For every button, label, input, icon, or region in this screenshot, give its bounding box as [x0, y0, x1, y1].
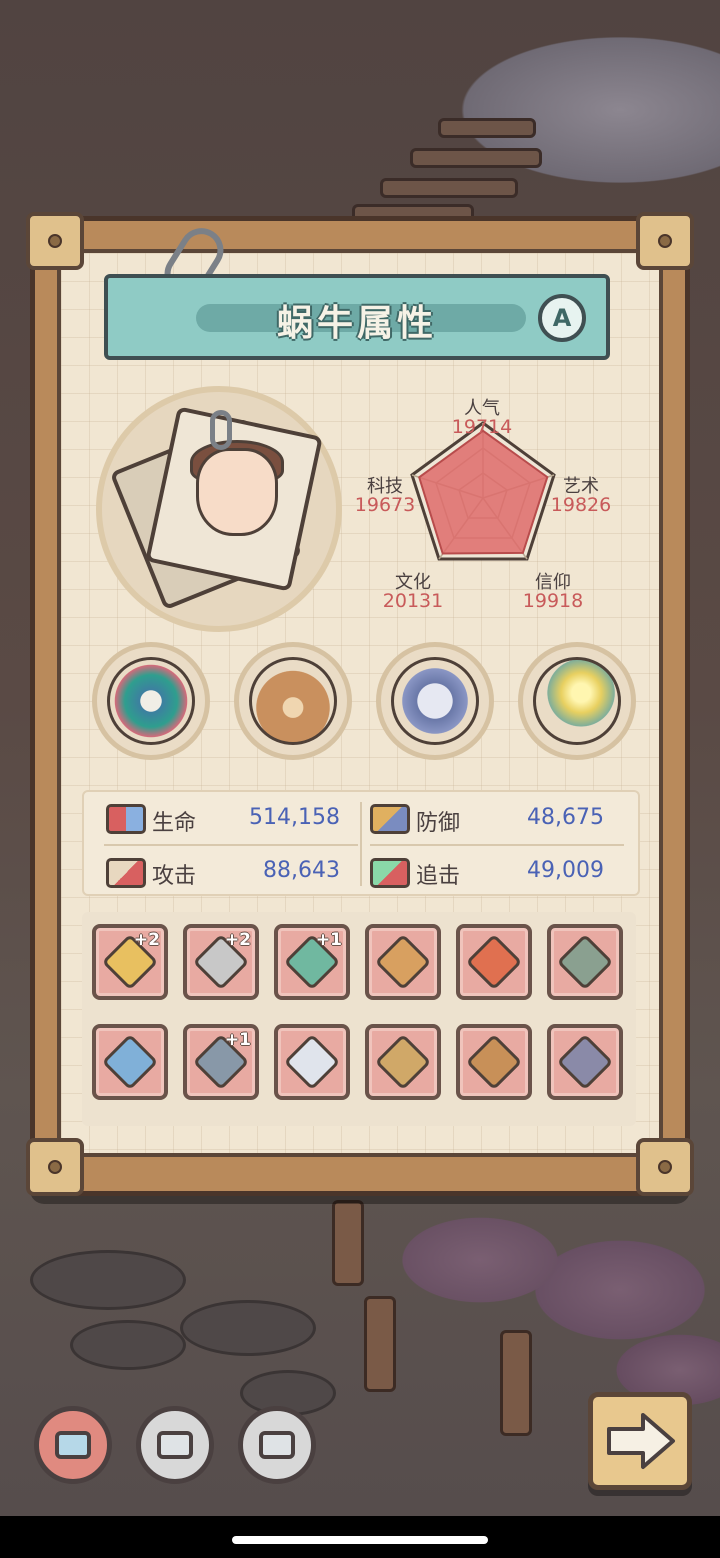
war-hammer-icon [556, 933, 614, 991]
stat-label-attack: 攻击 [152, 864, 197, 889]
attr-value-popularity: 19714 [451, 416, 513, 438]
relic-slot[interactable] [92, 642, 210, 760]
longsword-icon [101, 1033, 159, 1091]
compass-relic-icon [391, 657, 479, 745]
bg-post [332, 1200, 364, 1286]
panel-title: 蜗牛属性 [276, 303, 437, 344]
stat-label-chase: 追击 [416, 864, 461, 889]
equipment-slot[interactable] [456, 924, 532, 1000]
portrait-clip-icon [210, 410, 232, 450]
orb-device-icon [374, 1033, 432, 1091]
monitor-tab-icon [55, 1431, 91, 1459]
attr-value-art: 19826 [550, 494, 612, 516]
chip-tab-icon [157, 1431, 193, 1459]
equipment-slot[interactable] [365, 1024, 441, 1100]
panel-corner-bracket [26, 1138, 84, 1196]
panel-corner-bracket [26, 212, 84, 270]
enhance-level-badge: +2 [133, 930, 160, 950]
bg-stone [70, 1320, 186, 1370]
equipment-slot[interactable]: +1 [274, 924, 350, 1000]
stat-label-hp: 生命 [152, 811, 197, 836]
equipment-slot[interactable] [92, 1024, 168, 1100]
stat-value-chase: 49,009 [527, 858, 604, 883]
equipment-slot[interactable] [547, 1024, 623, 1100]
stat-label-defense: 防御 [416, 811, 461, 836]
attr-value-culture: 20131 [382, 590, 444, 612]
bg-post [500, 1330, 532, 1436]
next-button[interactable] [588, 1392, 692, 1490]
arrow-right-icon [607, 1413, 675, 1469]
equipment-slot[interactable] [456, 1024, 532, 1100]
attribute-radar: 人气 19714 艺术 19826 信仰 19918 文化 20131 科技 1… [340, 386, 660, 626]
nunchaku-icon [374, 933, 432, 991]
stat-value-defense: 48,675 [527, 805, 604, 830]
panel-corner-bracket [636, 1138, 694, 1196]
title-banner: 蜗牛属性 A [104, 274, 610, 360]
hp-icon [106, 804, 146, 834]
circuit-tab-icon [259, 1431, 295, 1459]
bg-stone [180, 1300, 316, 1356]
chase-icon [370, 858, 410, 888]
home-indicator[interactable] [232, 1536, 488, 1544]
character-avatar [196, 448, 278, 536]
equipment-slot[interactable] [365, 924, 441, 1000]
stat-value-hp: 514,158 [249, 805, 340, 830]
bg-plank [410, 148, 542, 168]
rocket-blade-icon [465, 933, 523, 991]
enhance-level-badge: +2 [224, 930, 251, 950]
stat-value-attack: 88,643 [263, 858, 340, 883]
bg-plank [438, 118, 536, 138]
dragon-relic-icon [107, 657, 195, 745]
attack-icon [106, 858, 146, 888]
divider [104, 844, 358, 846]
enhance-level-badge: +1 [315, 930, 342, 950]
equipment-slot[interactable]: +2 [92, 924, 168, 1000]
teddy-bear-relic-icon [249, 657, 337, 745]
hook-icon [465, 1033, 523, 1091]
tab-circuit[interactable] [238, 1406, 316, 1484]
gauntlet-icon [556, 1033, 614, 1091]
divider [360, 802, 362, 886]
divider [370, 844, 624, 846]
golden-fire-relic-icon [533, 657, 621, 745]
enhance-level-badge: +1 [224, 1030, 251, 1050]
relic-slot[interactable] [376, 642, 494, 760]
bg-post [364, 1296, 396, 1392]
grade-badge[interactable]: A [538, 294, 586, 342]
attr-value-faith: 19918 [522, 590, 584, 612]
bg-stone [30, 1250, 186, 1310]
relic-slot[interactable] [518, 642, 636, 760]
attr-value-tech: 19673 [354, 494, 416, 516]
radar-value-area [418, 429, 549, 555]
equipment-slot[interactable]: +1 [183, 1024, 259, 1100]
bg-plank [380, 178, 518, 198]
equipment-slot[interactable]: +2 [183, 924, 259, 1000]
defense-icon [370, 804, 410, 834]
panel-corner-bracket [636, 212, 694, 270]
relic-slot[interactable] [234, 642, 352, 760]
equipment-slot[interactable] [547, 924, 623, 1000]
equipment-slot[interactable] [274, 1024, 350, 1100]
tab-chip[interactable] [136, 1406, 214, 1484]
tab-monitor[interactable] [34, 1406, 112, 1484]
spear-tip-icon [283, 1033, 341, 1091]
